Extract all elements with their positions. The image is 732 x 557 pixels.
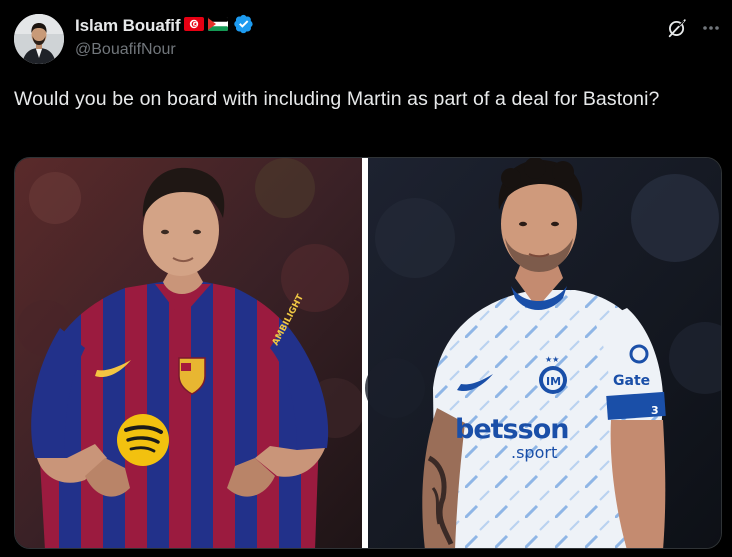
right-player-photo: 3 IM ★★ Gate betsson .sport <box>365 158 721 548</box>
author-handle[interactable]: @BouafifNour <box>75 41 176 59</box>
tweet-card: Islam Bouafif @BouafifNour Would you be … <box>0 0 732 557</box>
grok-icon[interactable] <box>664 15 690 41</box>
verified-badge-icon[interactable] <box>234 14 254 39</box>
right-sponsor-main: betsson <box>455 414 568 445</box>
tweet-text: Would you be on board with including Mar… <box>14 88 660 110</box>
right-number-text: 3 <box>651 404 659 417</box>
right-sponsor-sub: .sport <box>511 443 557 462</box>
svg-text:★★: ★★ <box>545 355 559 364</box>
tunisia-flag-icon <box>184 16 205 36</box>
right-sleeve-text: Gate <box>613 373 650 389</box>
avatar[interactable] <box>14 14 64 64</box>
author-display-name[interactable]: Islam Bouafif <box>75 16 181 36</box>
left-player-photo: AMBILIGHT <box>15 158 365 548</box>
image-divider <box>362 158 368 548</box>
svg-text:IM: IM <box>546 375 561 388</box>
palestine-flag-icon <box>208 16 229 36</box>
tweet-media-image[interactable]: AMBILIGHT 3 IM ★★ Gate betsson .sport <box>14 157 722 549</box>
more-icon[interactable] <box>698 15 724 41</box>
author-name-row: Islam Bouafif <box>75 14 254 38</box>
